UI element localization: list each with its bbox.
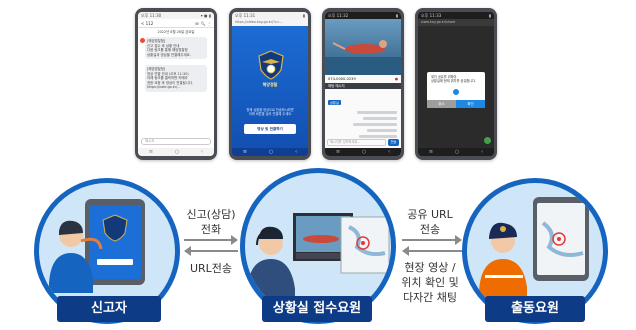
nav-bar: ≡ ○ ‹ [325, 148, 401, 156]
chat-title: 채팅 메시지 [328, 84, 345, 88]
chat-message [353, 123, 397, 126]
chat-title-bar: 채팅 메시지 [325, 83, 401, 89]
app-message: 현재 상황을 영상으로 전송하시려면 아래 버튼을 눌러 연결해 주세요 [246, 108, 294, 117]
phone-dialog-screenshot: 오후 11:33 ▮ www.kcg.go.kr/share 위치 공유를 위하여… [415, 8, 497, 160]
browser-url[interactable]: https://video.kcg.go.kr/?v=... [232, 19, 308, 26]
nav-bar: ≡ ○ ‹ [418, 148, 494, 156]
browser-url[interactable]: www.kcg.go.kr/share [418, 19, 494, 26]
chat-message [367, 129, 397, 132]
nav-back-icon[interactable]: ‹ [481, 149, 483, 155]
status-bar: 오후 11:33 ▮ [418, 12, 494, 19]
nav-bar: ≡ ○ ‹ [232, 148, 308, 156]
url-send-text: URL전송 [189, 262, 233, 275]
sms-input[interactable]: 메시지 [141, 138, 211, 145]
operator-label: 상황실 접수요원 [262, 296, 372, 322]
chat-send-button[interactable]: 전송 [388, 139, 399, 146]
phone-sms-screenshot: 오후 11:30 ▾ ● ▮ < 112 ☏ 🔍 ⋮ 2022년 8월 26일 금… [135, 8, 217, 160]
url-arrow-icon [184, 246, 238, 256]
sms-date: 2022년 8월 26일 금요일 [157, 30, 195, 34]
nav-home-icon[interactable]: ○ [362, 149, 366, 155]
field-arrow-icon [402, 246, 462, 256]
field-flow-text: 현장 영상 / 위치 확인 및 다자간 채팅 [401, 261, 459, 304]
sms-header: < 112 ☏ 🔍 ⋮ [138, 19, 214, 28]
chat-tag: 상황실 [328, 100, 341, 105]
nav-menu-icon[interactable]: ≡ [336, 149, 340, 155]
dialog-text: 위치 공유를 위하여 상황실에 현재 위치를 공유합니다. [431, 75, 477, 84]
location-share-dialog: 위치 공유를 위하여 상황실에 현재 위치를 공유합니다. 취소 확인 [427, 72, 485, 108]
chat-message [363, 117, 397, 120]
connect-video-button[interactable]: 영상 및 연결하기 [244, 124, 296, 134]
swimmer-icon [325, 40, 401, 75]
status-bar: 오후 11:31 ▮ [232, 12, 308, 19]
sms-bubble-2[interactable]: [해양경찰청] 영상 연결 안내 (오후 11:30) 아래 링크를 클릭하면 … [145, 65, 207, 92]
sms-header-icons[interactable]: ☏ 🔍 ⋮ [194, 19, 211, 27]
nav-menu-icon[interactable]: ≡ [429, 149, 433, 155]
location-pin-icon [453, 89, 459, 95]
share-flow-text: 공유 URL 전송 [407, 208, 453, 236]
chat-message [357, 111, 397, 114]
nav-home-icon[interactable]: ○ [175, 149, 179, 155]
live-video-feed [325, 19, 401, 75]
nav-menu-icon[interactable]: ≡ [149, 149, 153, 155]
nav-back-icon[interactable]: ‹ [295, 149, 297, 155]
chat-message [359, 135, 397, 138]
dialog-confirm-button[interactable]: 확인 [456, 100, 485, 108]
chat-panel: 074-0000-0239 ● 채팅 메시지 상황실 메시지를 입력하세요...… [325, 75, 401, 148]
responder-label: 출동요원 [485, 296, 585, 322]
nav-home-icon[interactable]: ○ [269, 149, 273, 155]
coast-guard-emblem-icon [258, 50, 284, 80]
nav-bar: ≡ ○ ‹ [138, 148, 214, 156]
dialog-cancel-button[interactable]: 취소 [427, 100, 456, 108]
call-number: 074-0000-0239 [328, 77, 356, 81]
call-arrow-icon [184, 235, 238, 245]
reporter-label: 신고자 [57, 296, 161, 322]
nav-menu-icon[interactable]: ≡ [243, 149, 247, 155]
emblem-text: 해양경찰 [262, 82, 278, 87]
stage: { "phone_sms": { "status_time": "오후 11:3… [0, 0, 636, 330]
call-icon[interactable] [484, 137, 491, 144]
nav-back-icon[interactable]: ‹ [201, 149, 203, 155]
status-bar: 오후 11:32 ▮ [325, 12, 401, 19]
chat-input[interactable]: 메시지를 입력하세요... [327, 139, 386, 146]
sms-contact[interactable]: < 112 [141, 19, 153, 27]
end-call-icon[interactable]: ● [395, 77, 398, 81]
nav-home-icon[interactable]: ○ [455, 149, 459, 155]
phone-video-screenshot: 오후 11:32 ▮ 074-0000-0239 ● 채팅 메시지 상황실 메시지… [322, 8, 404, 160]
nav-back-icon[interactable]: ‹ [388, 149, 390, 155]
sms-bubble-1: [해양경찰청] 신고 접수 후 상황 안내 다음 링크를 통해 해양경찰청 상황… [145, 37, 207, 60]
status-bar: 오후 11:30 ▾ ● ▮ [138, 12, 214, 19]
share-arrow-icon [402, 235, 462, 245]
call-flow-text: 신고(상담) 전화 [186, 208, 236, 236]
phone-app-screenshot: 오후 11:31 ▮ https://video.kcg.go.kr/?v=...… [229, 8, 311, 160]
